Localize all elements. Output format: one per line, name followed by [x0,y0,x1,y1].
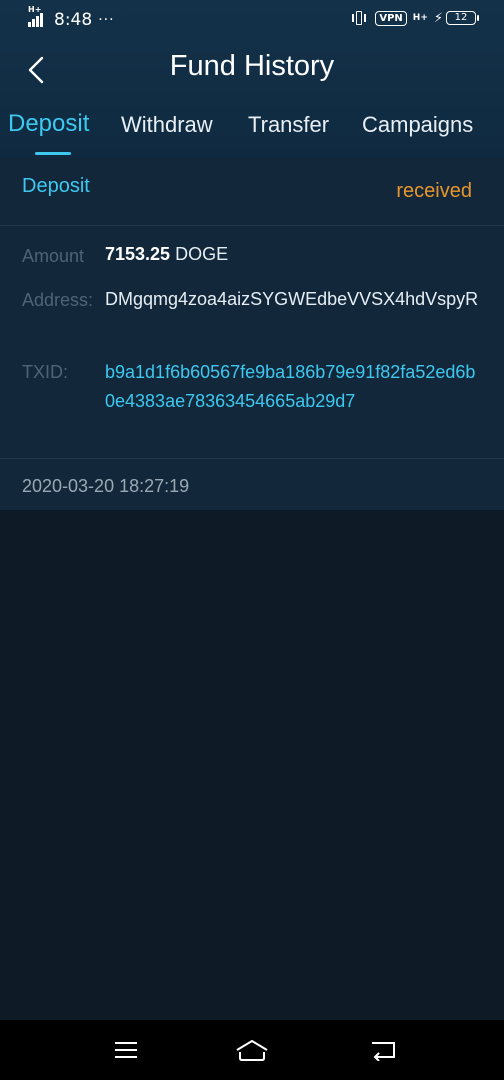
battery-level: 12 [454,12,468,23]
divider [0,225,504,226]
divider [0,458,504,459]
amount-unit: DOGE [175,244,229,264]
menu-button[interactable] [106,1034,146,1066]
status-bar: H+ 8:48 ··· VPN H+ ⚡ 12 [0,0,504,38]
clock: 8:48 [54,10,93,30]
system-nav-bar [0,1020,504,1080]
amount-number: 7153.25 [105,244,171,264]
battery-icon: 12 [446,11,479,25]
back-icon [372,1042,395,1061]
home-button[interactable] [232,1034,272,1066]
vibrate-icon [351,10,367,26]
txid-link[interactable]: b9a1d1f6b60567fe9ba186b79e91f82fa52ed6b0… [105,358,485,416]
tab-campaigns[interactable]: Campaigns [362,112,473,156]
amount-label: Amount [22,246,85,266]
tab-bar: Deposit Withdraw Transfer Campaigns [0,110,504,158]
tab-transfer[interactable]: Transfer [248,112,329,156]
tab-deposit[interactable]: Deposit [8,110,89,154]
status-badge: received [396,180,472,202]
network-type-right: H+ [412,13,428,23]
timestamp: 2020-03-20 18:27:19 [22,476,190,496]
address-value: DMgqmg4zoa4aizSYGWEdbeVVSX4hdVspyR [105,289,479,309]
address-label: Address: [22,290,94,310]
txid-label: TXID: [22,362,69,382]
amount-value: 7153.25 DOGE [105,240,485,269]
tab-withdraw[interactable]: Withdraw [121,112,213,156]
charging-icon: ⚡ [433,10,443,26]
menu-icon [115,1042,137,1058]
vpn-icon: VPN [375,10,407,26]
deposit-record-card[interactable]: Deposit received Amount 7153.25 DOGE Add… [0,158,504,510]
signal-icon: H+ [28,5,50,27]
back-nav-button[interactable] [364,1034,404,1066]
home-icon [236,1040,268,1061]
active-tab-indicator [35,152,71,155]
network-type: H+ [28,5,42,14]
status-right: VPN H+ ⚡ 12 [351,10,479,26]
page-title: Fund History [169,50,335,82]
record-type: Deposit [22,175,90,197]
more-notifications-icon: ··· [98,12,115,28]
status-left: H+ 8:48 ··· [28,5,115,30]
